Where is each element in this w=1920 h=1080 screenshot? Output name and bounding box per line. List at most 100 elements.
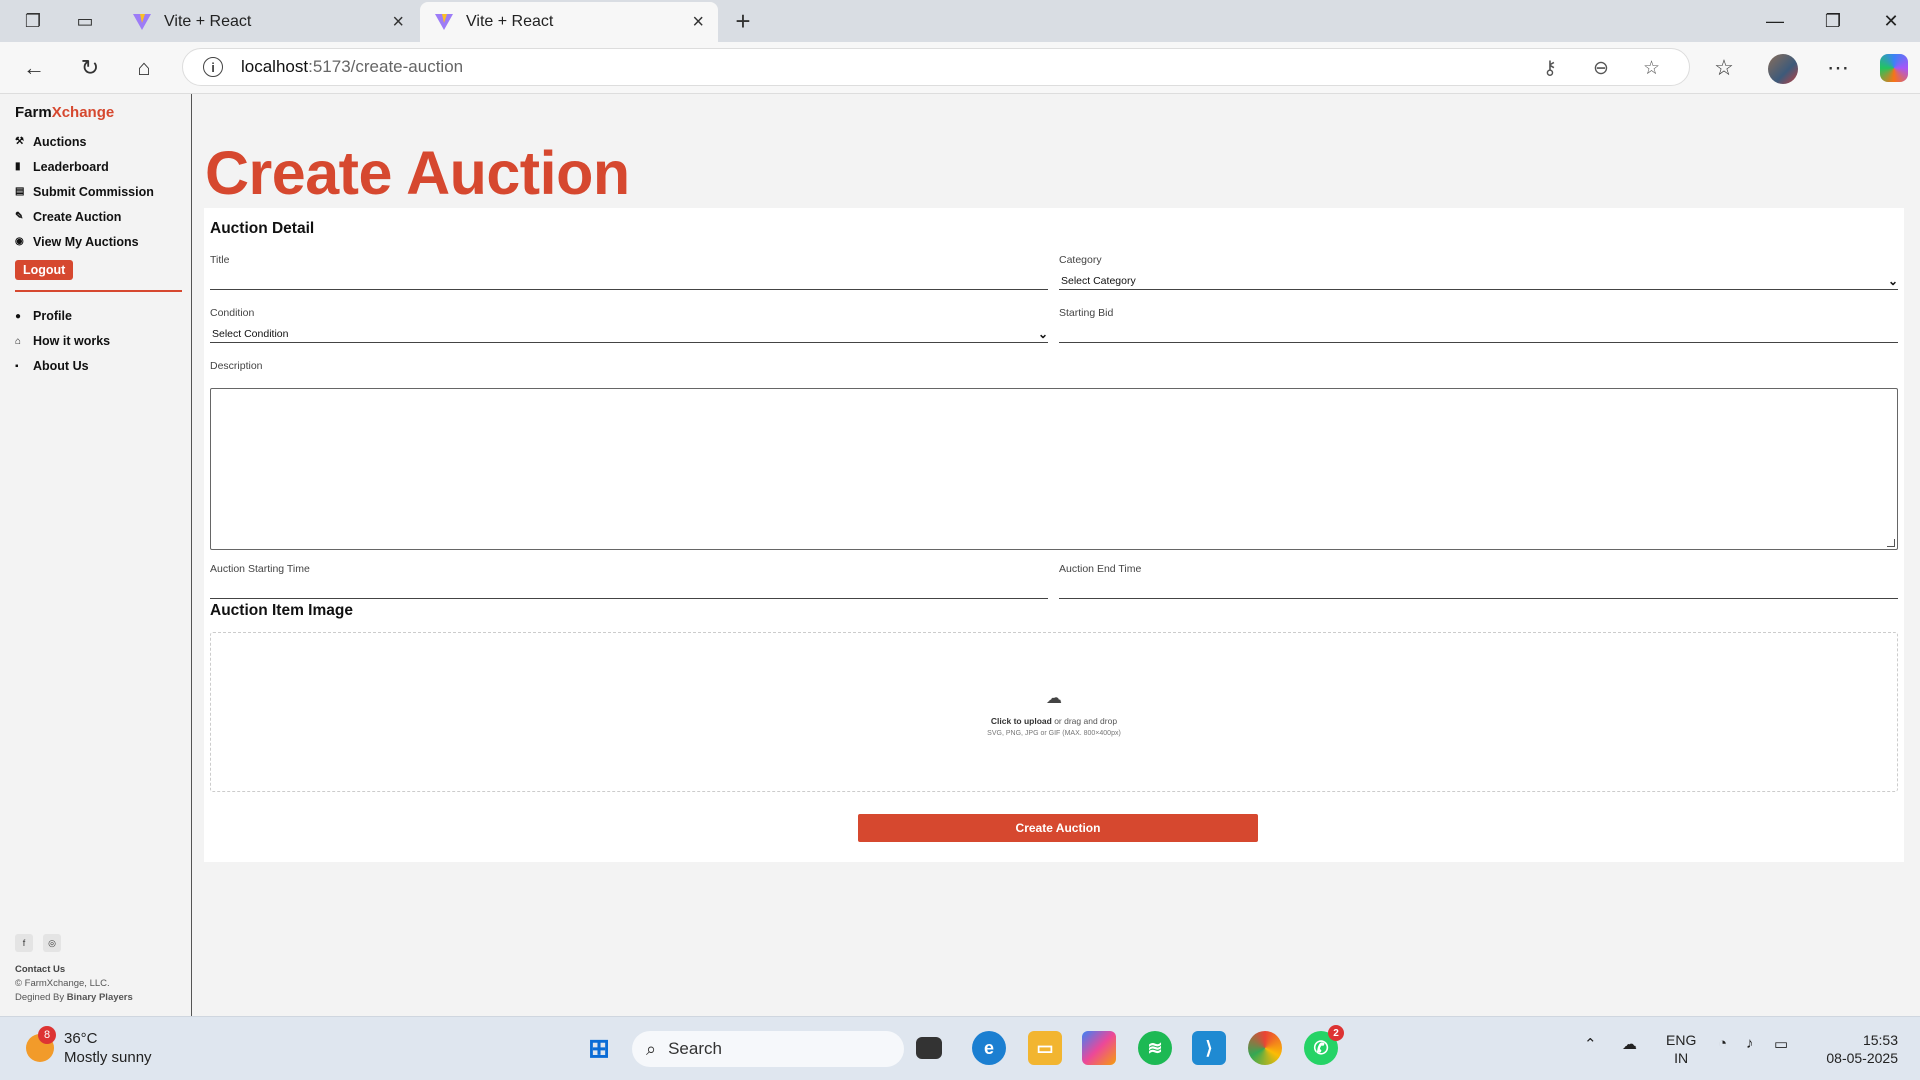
- restore-icon[interactable]: ❐: [1808, 6, 1858, 36]
- site-info-icon[interactable]: i: [203, 57, 223, 77]
- task-view-icon[interactable]: [916, 1037, 942, 1059]
- tab-title: Vite + React: [164, 13, 252, 30]
- sidebar-item-leaderboard[interactable]: ▮ Leaderboard: [15, 154, 182, 179]
- url-bar[interactable]: i localhost:5173/create-auction ⚷ ⊖ ☆: [182, 48, 1690, 86]
- battery-icon[interactable]: ▭: [1774, 1035, 1788, 1053]
- category-field: Category Select Category ⌄: [1059, 254, 1898, 290]
- wifi-icon[interactable]: ◔: [1718, 1035, 1727, 1052]
- url-path: :5173/create-auction: [308, 57, 464, 76]
- sun-icon: 8: [26, 1026, 56, 1062]
- pen-icon: ✎: [15, 211, 24, 222]
- contact-us-link[interactable]: Contact Us: [15, 964, 133, 975]
- upload-instructions: Click to upload or drag and drop: [991, 716, 1117, 726]
- vertical-tabs-icon[interactable]: ▭: [72, 8, 98, 34]
- garage-icon: ⌂: [15, 335, 22, 347]
- region-code: IN: [1674, 1050, 1689, 1066]
- home-icon[interactable]: ⌂: [130, 54, 158, 82]
- tab-inactive[interactable]: Vite + React ×: [118, 2, 418, 42]
- sidebar-item-how-it-works[interactable]: ⌂ How it works: [15, 329, 182, 354]
- whatsapp-badge: 2: [1328, 1025, 1344, 1041]
- file-explorer-icon[interactable]: ▭: [1028, 1031, 1062, 1065]
- description-textarea[interactable]: [210, 388, 1898, 550]
- facebook-icon[interactable]: f: [15, 934, 33, 952]
- start-time-input[interactable]: [210, 581, 1048, 599]
- chevron-up-icon[interactable]: ⌃: [1584, 1035, 1597, 1053]
- gavel-icon: ⚒: [15, 136, 24, 147]
- user-icon: ●: [15, 310, 22, 322]
- category-select[interactable]: Select Category ⌄: [1059, 272, 1898, 290]
- image-dropzone[interactable]: ☁ Click to upload or drag and drop SVG, …: [210, 632, 1898, 792]
- section-heading-item-image: Auction Item Image: [210, 602, 353, 619]
- upload-hint: SVG, PNG, JPG or GIF (MAX. 800×400px): [987, 729, 1121, 737]
- instagram-icon[interactable]: ◎: [43, 934, 61, 952]
- category-label: Category: [1059, 254, 1102, 266]
- title-field: Title: [210, 254, 1048, 290]
- sidebar-item-create-auction[interactable]: ✎ Create Auction: [15, 204, 182, 229]
- chrome-icon[interactable]: [1248, 1031, 1282, 1065]
- system-clock[interactable]: 15:53 08-05-2025: [1818, 1031, 1898, 1067]
- windows-start-icon[interactable]: ⊞: [582, 1031, 616, 1065]
- sidebar-item-label: Auctions: [33, 134, 87, 149]
- spotify-icon[interactable]: ≋: [1138, 1031, 1172, 1065]
- profile-avatar[interactable]: [1768, 54, 1798, 84]
- tab-title: Vite + React: [466, 13, 554, 30]
- sidebar-item-label: Submit Commission: [33, 184, 154, 199]
- refresh-icon[interactable]: ↻: [76, 54, 104, 82]
- taskbar-search[interactable]: ⌕ Search: [632, 1031, 904, 1067]
- vscode-icon[interactable]: ⟩: [1192, 1031, 1226, 1065]
- start-time-field: Auction Starting Time: [210, 563, 1048, 599]
- copilot-app-icon[interactable]: [1082, 1031, 1116, 1065]
- sidebar-item-label: Leaderboard: [33, 159, 109, 174]
- edge-browser-icon[interactable]: e: [972, 1031, 1006, 1065]
- weather-condition: Mostly sunny: [64, 1049, 152, 1066]
- favorite-star-icon[interactable]: ☆: [1643, 49, 1660, 87]
- sidebar-item-label: View My Auctions: [33, 234, 139, 249]
- close-icon[interactable]: ×: [392, 11, 404, 34]
- brand-part2: Xchange: [51, 104, 115, 121]
- condition-field: Condition Select Condition ⌄: [210, 307, 1048, 343]
- close-window-icon[interactable]: ✕: [1866, 6, 1916, 36]
- weather-widget[interactable]: 8 36°C Mostly sunny: [26, 1026, 152, 1067]
- sidebar-item-submit-commission[interactable]: ▤ Submit Commission: [15, 179, 182, 204]
- key-icon[interactable]: ⚷: [1543, 49, 1557, 87]
- windows-taskbar: 8 36°C Mostly sunny ⊞ ⌕ Search e ▭ ≋ ⟩ ✆ 2…: [0, 1016, 1920, 1080]
- copilot-icon[interactable]: [1880, 54, 1908, 82]
- close-icon[interactable]: ×: [692, 11, 704, 34]
- minimize-icon[interactable]: —: [1750, 6, 1800, 36]
- receipt-icon: ▤: [15, 186, 25, 197]
- favorites-icon[interactable]: ☆: [1710, 54, 1738, 82]
- resize-handle-icon[interactable]: [1887, 539, 1895, 547]
- whatsapp-icon[interactable]: ✆ 2: [1304, 1025, 1344, 1065]
- brand-logo[interactable]: FarmXchange: [15, 104, 182, 121]
- designed-prefix: Degined By: [15, 992, 67, 1003]
- description-field: Description: [210, 360, 610, 378]
- sidebar-item-about-us[interactable]: ▪ About Us: [15, 354, 182, 379]
- end-time-field: Auction End Time: [1059, 563, 1898, 599]
- more-icon[interactable]: ⋯: [1824, 54, 1852, 82]
- condition-label: Condition: [210, 307, 255, 319]
- cloud-upload-icon: ☁: [1046, 689, 1062, 707]
- sidebar-divider: [15, 290, 182, 292]
- title-input[interactable]: [210, 272, 1048, 290]
- back-icon[interactable]: ←: [20, 54, 48, 82]
- tab-active[interactable]: Vite + React ×: [420, 2, 718, 42]
- app-root: FarmXchange ⚒ Auctions ▮ Leaderboard ▤ Subm…: [0, 94, 1920, 1016]
- sidebar-item-view-my-auctions[interactable]: ◉ View My Auctions: [15, 229, 182, 254]
- logout-button[interactable]: Logout: [15, 260, 74, 280]
- language-indicator[interactable]: ENG IN: [1666, 1031, 1696, 1067]
- workspaces-icon[interactable]: ❐: [20, 8, 46, 34]
- sidebar-item-auctions[interactable]: ⚒ Auctions: [15, 129, 182, 154]
- onedrive-cloud-icon[interactable]: ☁: [1622, 1035, 1637, 1053]
- zoom-icon[interactable]: ⊖: [1593, 49, 1609, 87]
- sidebar-item-profile[interactable]: ● Profile: [15, 304, 182, 329]
- condition-select[interactable]: Select Condition ⌄: [210, 325, 1048, 343]
- language-code: ENG: [1666, 1032, 1697, 1048]
- end-time-input[interactable]: [1059, 581, 1898, 599]
- social-links: f ◎: [15, 934, 133, 952]
- new-tab-icon[interactable]: +: [730, 6, 756, 36]
- starting-bid-input[interactable]: [1059, 325, 1898, 343]
- create-auction-form: Auction Detail Title Category Select Cat…: [204, 208, 1904, 862]
- volume-icon[interactable]: ♪: [1746, 1035, 1754, 1052]
- create-auction-button[interactable]: Create Auction: [858, 814, 1258, 842]
- section-heading-auction-detail: Auction Detail: [210, 220, 315, 237]
